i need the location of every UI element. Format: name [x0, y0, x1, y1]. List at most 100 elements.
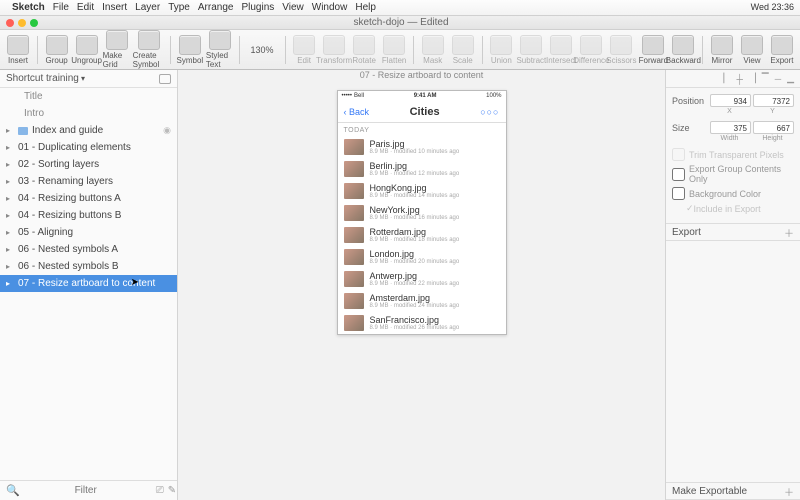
height-field[interactable]: 667: [753, 121, 794, 134]
menu-edit[interactable]: Edit: [77, 2, 94, 13]
thumbnail: [344, 249, 364, 265]
back-button: ‹ Back: [344, 107, 370, 117]
align-center-icon[interactable]: ┼: [736, 74, 742, 84]
layer-artboard[interactable]: ▸03 - Renaming layers: [0, 173, 177, 190]
make-exportable[interactable]: Make Exportable＋: [666, 482, 800, 500]
layer-folder[interactable]: ▸Index and guide◉: [0, 122, 177, 139]
export-section[interactable]: Export＋: [666, 223, 800, 241]
zoom-level[interactable]: 130%: [244, 45, 279, 55]
forward-icon: [642, 35, 664, 55]
thumbnail: [344, 227, 364, 243]
layer-artboard[interactable]: ▸04 - Resizing buttons A: [0, 190, 177, 207]
layer-artboard[interactable]: ▸04 - Resizing buttons B: [0, 207, 177, 224]
position-label: Position: [672, 96, 708, 106]
menu-file[interactable]: File: [53, 2, 69, 13]
tool-union: Union: [487, 35, 515, 65]
filter-options-icon[interactable]: ⎚: [156, 485, 164, 496]
menu-insert[interactable]: Insert: [102, 2, 127, 13]
menu-view[interactable]: View: [282, 2, 304, 13]
file-row: Rotterdam.jpg8.9 MB · modified 18 minute…: [338, 224, 506, 246]
filter-settings-icon[interactable]: ✎: [168, 485, 176, 496]
layer-text[interactable]: Title: [0, 88, 177, 105]
close-window-button[interactable]: [6, 19, 14, 27]
tool-forward[interactable]: Forward: [639, 35, 667, 65]
layer-artboard[interactable]: ▸02 - Sorting layers: [0, 156, 177, 173]
nav-title: Cities: [369, 106, 480, 118]
file-meta: 8.9 MB · modified 12 minutes ago: [370, 171, 460, 177]
layer-text[interactable]: Intro: [0, 105, 177, 122]
tool-subtract: Subtract: [517, 35, 545, 65]
tool-make-grid[interactable]: Make Grid: [103, 30, 131, 69]
thumbnail: [344, 293, 364, 309]
tool-mirror[interactable]: Mirror: [708, 35, 736, 65]
file-meta: 8.9 MB · modified 18 minutes ago: [370, 237, 460, 243]
file-name: Antwerp.jpg: [370, 271, 460, 281]
align-left-icon[interactable]: ▏: [724, 73, 731, 84]
layer-artboard[interactable]: ▸06 - Nested symbols B: [0, 258, 177, 275]
layer-filter: 🔍 ⎚ ✎: [0, 480, 177, 500]
page-selector[interactable]: Shortcut training: [0, 70, 177, 88]
add-export-icon[interactable]: ＋: [784, 225, 794, 240]
tool-group[interactable]: Group: [43, 35, 71, 65]
background-color-checkbox[interactable]: Background Color: [672, 187, 794, 200]
scale-icon: [452, 35, 474, 55]
position-x-field[interactable]: 934: [710, 94, 751, 107]
menu-window[interactable]: Window: [312, 2, 348, 13]
menu-plugins[interactable]: Plugins: [241, 2, 274, 13]
align-right-icon[interactable]: ▕: [749, 73, 756, 84]
app-menu[interactable]: Sketch: [12, 2, 45, 13]
file-name: Paris.jpg: [370, 139, 460, 149]
more-icon: ○○○: [480, 107, 499, 117]
tool-mask: Mask: [419, 35, 447, 65]
transform-icon: [323, 35, 345, 55]
position-y-field[interactable]: 7372: [753, 94, 794, 107]
align-middle-icon[interactable]: ─: [775, 74, 781, 84]
visibility-icon[interactable]: ◉: [163, 125, 171, 136]
export-group-checkbox[interactable]: Export Group Contents Only: [672, 164, 794, 184]
filter-input[interactable]: [20, 485, 152, 496]
tool-export[interactable]: Export: [768, 35, 796, 65]
group-icon: [46, 35, 68, 55]
tool-styled-text[interactable]: Styled Text: [206, 30, 234, 69]
inspector-align-row: ▏ ┼ ▕ ▔ ─ ▁: [666, 70, 800, 88]
tool-intersect: Intersect: [547, 35, 575, 65]
artboard-label[interactable]: 07 - Resize artboard to content: [360, 70, 484, 80]
file-row: NewYork.jpg8.9 MB · modified 16 minutes …: [338, 202, 506, 224]
canvas[interactable]: 07 - Resize artboard to content ••••• Be…: [178, 70, 665, 500]
align-top-icon[interactable]: ▔: [762, 73, 769, 84]
inspector-panel: ▏ ┼ ▕ ▔ ─ ▁ Position 934 7372 XY Size 37…: [665, 70, 800, 500]
layer-artboard[interactable]: ▸05 - Aligning: [0, 224, 177, 241]
toolbar: Insert Group Ungroup Make Grid Create Sy…: [0, 30, 800, 70]
file-meta: 8.9 MB · modified 16 minutes ago: [370, 215, 460, 221]
cursor-icon: ➤: [131, 277, 139, 288]
fullscreen-window-button[interactable]: [30, 19, 38, 27]
menu-type[interactable]: Type: [168, 2, 190, 13]
width-field[interactable]: 375: [710, 121, 751, 134]
file-meta: 8.9 MB · modified 22 minutes ago: [370, 281, 460, 287]
page-list-icon[interactable]: [159, 74, 171, 84]
align-bottom-icon[interactable]: ▁: [787, 73, 794, 84]
layer-artboard-selected[interactable]: ▸07 - Resize artboard to content➤: [0, 275, 177, 292]
file-meta: 8.9 MB · modified 26 minutes ago: [370, 325, 460, 331]
tool-ungroup[interactable]: Ungroup: [73, 35, 101, 65]
tool-backward[interactable]: Backward: [669, 35, 697, 65]
menu-help[interactable]: Help: [355, 2, 376, 13]
add-exportable-icon[interactable]: ＋: [784, 484, 794, 499]
tool-symbol[interactable]: Symbol: [176, 35, 204, 65]
signal-icon: •••••: [342, 93, 353, 99]
artboard[interactable]: ••••• Bell 9:41 AM 100% ‹ Back Cities ○○…: [337, 90, 507, 335]
menu-layer[interactable]: Layer: [135, 2, 160, 13]
view-icon: [741, 35, 763, 55]
tool-insert[interactable]: Insert: [4, 35, 32, 65]
difference-icon: [580, 35, 602, 55]
file-meta: 8.9 MB · modified 24 minutes ago: [370, 303, 460, 309]
minimize-window-button[interactable]: [18, 19, 26, 27]
backward-icon: [672, 35, 694, 55]
layer-artboard[interactable]: ▸06 - Nested symbols A: [0, 241, 177, 258]
thumbnail: [344, 315, 364, 331]
tool-create-symbol[interactable]: Create Symbol: [133, 30, 166, 69]
tool-view[interactable]: View: [738, 35, 766, 65]
layer-artboard[interactable]: ▸01 - Duplicating elements: [0, 139, 177, 156]
menu-arrange[interactable]: Arrange: [198, 2, 234, 13]
size-label: Size: [672, 123, 708, 133]
